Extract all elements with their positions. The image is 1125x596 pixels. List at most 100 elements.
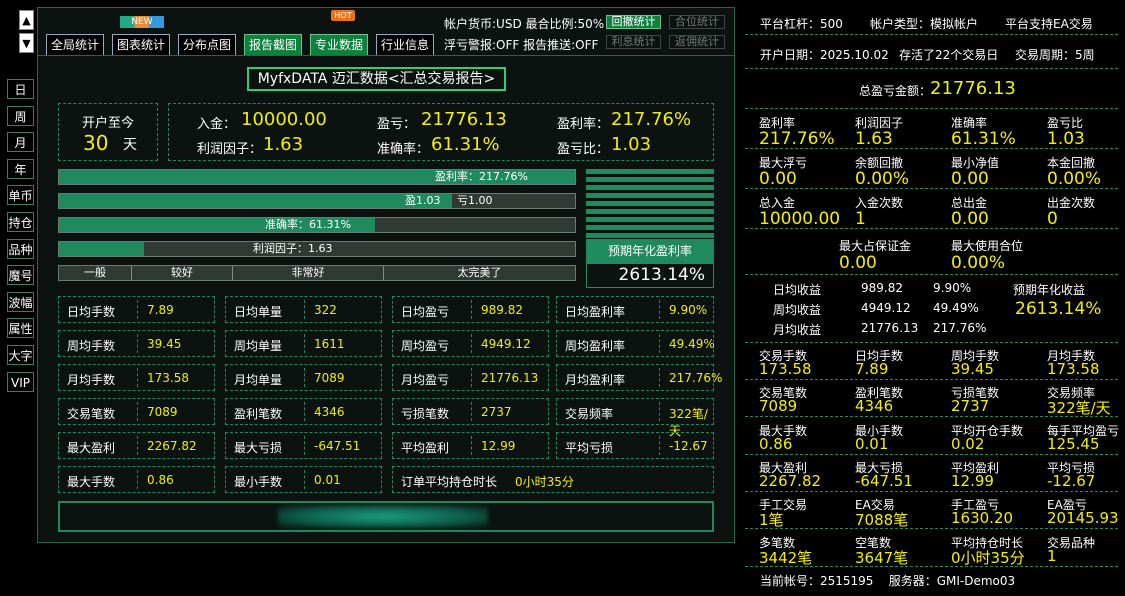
side-nav-year[interactable]: 年 — [7, 158, 34, 179]
stat-value: 0.86 — [147, 473, 174, 487]
ea-support-text: 平台支持EA交易 — [1005, 17, 1093, 31]
side-nav-vip[interactable]: VIP — [7, 371, 34, 392]
rebate-stats-button[interactable]: 返佣统计 — [669, 35, 725, 49]
industry-info-button[interactable]: 行业信息 — [376, 34, 434, 56]
deposit-label: 入金： — [197, 117, 237, 132]
annual-value: 2613.14% — [586, 263, 714, 288]
stat-cell: 日均单量 322 — [225, 296, 382, 323]
right-stat-value: 10000.00 — [759, 209, 841, 229]
stat-label: 日均盈亏 — [401, 305, 450, 319]
stat-cell: 日均盈利率 9.90% — [556, 296, 714, 323]
side-nav-volatility[interactable]: 波幅 — [7, 291, 34, 312]
stat-label: 最大亏损 — [234, 441, 283, 455]
side-nav-symbol[interactable]: 品种 — [7, 238, 34, 259]
side-nav-magic-number[interactable]: 魔号 — [7, 265, 34, 286]
stat-label: 平均盈利 — [401, 441, 450, 455]
global-stats-button[interactable]: 全局统计 — [46, 34, 104, 56]
stat-label: 日均单量 — [234, 305, 283, 319]
right-stat-value: 61.31% — [951, 129, 1016, 149]
roi-bar: 盈利率：217.76% — [58, 169, 576, 185]
stat-cell: 盈利笔数 4346 — [225, 398, 382, 425]
right-stat-value: 0.00 — [951, 209, 989, 229]
stat-label: 日均手数 — [67, 305, 116, 319]
period-label: 月均收益 — [773, 323, 822, 337]
account-info-line2: 浮亏警报:OFF 报告推送:OFF — [444, 38, 599, 52]
right-grid2-row: 交易手数 173.58 日均手数 7.89 周均手数 39.45 月均手数 173.58 — [745, 343, 1118, 380]
right-grid1-row: 最大浮亏 0.00 余额回撤 0.00% 最小净值 0.00 本金回撤 0.00% — [745, 149, 1118, 189]
distribution-chart-button[interactable]: 分布点图 — [178, 34, 236, 56]
max-position-value: 0.00% — [951, 253, 1006, 273]
side-nav-single-currency[interactable]: 单币 — [7, 185, 34, 206]
roi-label: 盈利率： — [557, 117, 610, 132]
right-stat-value: 0.86 — [759, 434, 793, 453]
pro-data-button[interactable]: 专业数据 — [310, 34, 368, 56]
right-stat-value: 0.00% — [855, 169, 910, 189]
report-screenshot-button[interactable]: 报告截图 — [244, 34, 302, 56]
rating-normal: 一般 — [59, 266, 132, 280]
summary-box: 入金： 10000.00 盈亏： 21776.13 盈利率： 217.76% 利… — [168, 103, 714, 161]
stat-cell: 周均手数 39.45 — [58, 330, 215, 357]
pnl-label: 盈亏： — [377, 117, 417, 132]
stat-value: 0.01 — [314, 473, 341, 487]
side-nav-week[interactable]: 周 — [7, 105, 34, 126]
side-nav-attribute[interactable]: 属性 — [7, 318, 34, 339]
period-value: 49.49% — [933, 301, 979, 315]
period-label: 日均收益 — [773, 283, 822, 297]
right-stat-value: 173.58 — [759, 360, 812, 378]
account-type-text: 帐户类型：模拟帐户 — [870, 17, 979, 31]
stat-value: 39.45 — [147, 337, 182, 351]
right-row-period: 日均收益 989.82 9.90% 周均收益 4949.12 49.49% 月均收益 2177… — [745, 275, 1118, 343]
stat-value: 1611 — [314, 337, 345, 351]
stat-label: 周均手数 — [67, 339, 116, 353]
chart-stats-button[interactable]: 图表统计 — [112, 34, 170, 56]
right-grid1-row: 盈利率 217.76% 利润因子 1.63 准确率 61.31% 盈亏比 1.03 — [745, 109, 1118, 149]
account-footer: 当前帐号：2515195 服务器：GMI-Demo03 — [760, 574, 1016, 588]
right-stat-value: 3442笔 — [759, 548, 813, 567]
period-label: 周均收益 — [773, 303, 822, 317]
new-badge: NEW — [120, 16, 164, 28]
right-stat-value: 0小时35分 — [951, 548, 1025, 567]
stat-value: 12.99 — [481, 439, 516, 453]
stat-value: 0小时35分 — [515, 475, 574, 489]
stat-cell: 周均单量 1611 — [225, 330, 382, 357]
stat-value: 173.58 — [147, 371, 189, 385]
pl-loss-text: 亏1.00 — [457, 194, 493, 207]
scroll-down-button[interactable]: ▼ — [19, 33, 34, 53]
stat-cell: 最大手数 0.86 — [58, 466, 215, 493]
side-nav-day[interactable]: 日 — [7, 79, 34, 99]
stat-value: 21776.13 — [481, 371, 539, 385]
accuracy-bar-text: 准确率：61.31% — [265, 218, 351, 231]
annual-yield-label: 预期年化收益 — [1013, 283, 1086, 297]
right-stat-value: 20145.93 — [1047, 509, 1119, 528]
report-title: MyfxDATA 迈汇数据<汇总交易报告> — [247, 67, 506, 91]
right-stat-value: 7089 — [759, 397, 798, 416]
right-grid2-row: 最大手数 0.86 最小手数 0.01 平均开仓手数 0.02 每手平均盈亏 125.45 — [745, 418, 1119, 455]
position-stats-button[interactable]: 合位统计 — [669, 15, 725, 29]
side-nav-holdings[interactable]: 持仓 — [7, 212, 34, 232]
since-open-days: 30 — [83, 131, 109, 155]
max-margin-value: 0.00 — [839, 253, 877, 273]
rating-scale: 一般 较好 非常好 太完美了 — [58, 265, 576, 281]
stat-cell: 交易频率 322笔/天 — [556, 398, 714, 438]
stat-value: 217.76% — [669, 371, 723, 385]
drawdown-stats-button[interactable]: 回撤统计 — [606, 15, 661, 29]
interest-stats-button[interactable]: 利息统计 — [606, 35, 661, 49]
period-value: 9.90% — [933, 281, 972, 295]
rating-good: 较好 — [132, 266, 233, 280]
profit-factor-label: 利润因子： — [197, 142, 263, 157]
period-value: 4949.12 — [861, 301, 911, 315]
stat-value: -12.67 — [669, 439, 708, 453]
since-open-box: 开户至今 30 天 — [58, 103, 158, 161]
hot-badge: HOT — [331, 10, 355, 21]
total-pnl-value: 21776.13 — [930, 78, 1016, 99]
scroll-up-button[interactable]: ▲ — [19, 10, 34, 30]
rating-very-good: 非常好 — [233, 266, 384, 280]
side-nav-large-font[interactable]: 大字 — [7, 345, 34, 365]
right-stat-value: 0.02 — [951, 434, 985, 453]
side-nav-month[interactable]: 月 — [7, 132, 34, 153]
pl-ratio-label: 盈亏比： — [557, 142, 610, 157]
right-stat-value: 217.76% — [759, 129, 835, 149]
right-row-margin: 最大占保证金 0.00 最大使用合位 0.00% — [745, 229, 1118, 275]
stat-cell: 最大盈利 2267.82 — [58, 432, 215, 459]
trading-cycle-text: 交易周期：5周 — [1015, 48, 1095, 62]
